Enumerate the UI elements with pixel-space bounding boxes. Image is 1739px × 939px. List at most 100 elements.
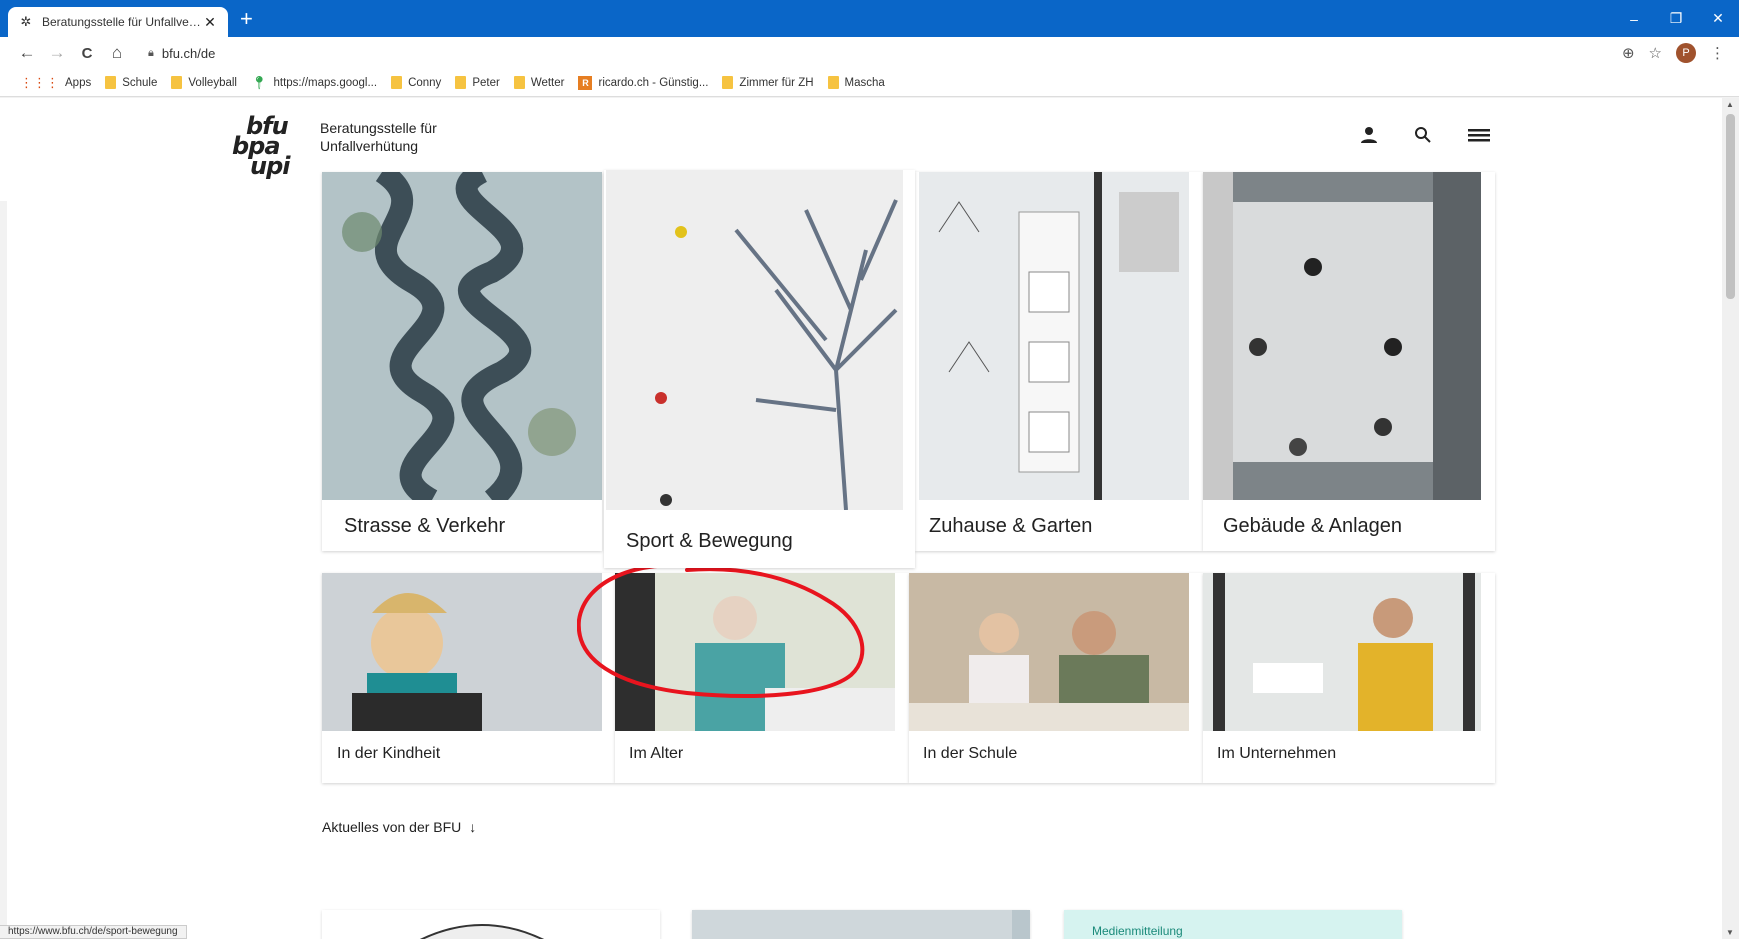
back-button[interactable]: ← (14, 40, 40, 66)
bookmark-label: https://maps.googl... (273, 76, 378, 89)
window-controls: – ❐ ✕ (1613, 0, 1739, 37)
houses-snow-image (919, 172, 1189, 500)
tile-label: Im Alter (629, 745, 684, 762)
folder-icon (827, 76, 839, 89)
tab-strip: ✲ Beratungsstelle für Unfallverhüt… ✕ + … (0, 0, 1739, 37)
status-bar-url: https://www.bfu.ch/de/sport-bewegung (0, 925, 187, 939)
group-tile-kindheit[interactable]: In der Kindheit (322, 573, 615, 783)
tile-label: Im Unternehmen (1217, 745, 1337, 762)
tab-close-icon[interactable]: ✕ (202, 14, 218, 31)
news-card[interactable] (692, 910, 1030, 939)
restore-button[interactable]: ❐ (1655, 0, 1697, 37)
bookmark-label: Mascha (844, 76, 885, 89)
folder-icon (391, 76, 403, 89)
scroll-up-icon[interactable]: ▲ (1726, 100, 1734, 109)
lock-icon: 🔒︎ (148, 46, 154, 59)
bfu-logo[interactable]: bfu bpa upi (232, 114, 290, 180)
browser-window: ✲ Beratungsstelle für Unfallverhüt… ✕ + … (0, 0, 1739, 939)
profile-avatar[interactable]: P (1676, 43, 1696, 63)
folder-icon (513, 76, 525, 89)
school-image (909, 573, 1189, 731)
minimize-button[interactable]: – (1613, 0, 1655, 37)
bookmark-zimmer[interactable]: Zimmer für ZH (722, 76, 814, 89)
tile-label: Gebäude & Anlagen (1223, 515, 1403, 537)
bookmark-label: Apps (65, 76, 92, 89)
folder-icon (455, 76, 467, 89)
news-card-media-release[interactable]: Medienmitteilung (1064, 910, 1402, 939)
page-viewport: bfu bpa upi Beratungsstelle für Unfallve… (0, 98, 1722, 939)
road-snow-image (322, 172, 602, 500)
forward-button[interactable]: → (44, 40, 70, 66)
logo-line: upi (250, 152, 290, 180)
news-section-title[interactable]: Aktuelles von der BFU ↓ (322, 819, 476, 835)
tile-label: In der Kindheit (337, 745, 441, 762)
folder-icon (171, 76, 183, 89)
tile-label: Sport & Bewegung (626, 530, 793, 552)
group-tile-unternehmen[interactable]: Im Unternehmen (1203, 573, 1495, 783)
bookmarks-bar: ⋮⋮⋮ Apps Schule Volleyball 📍︎ https://maps… (0, 69, 1739, 97)
bookmark-mascha[interactable]: Mascha (827, 76, 885, 89)
bookmark-label: Schule (122, 76, 158, 89)
reload-button[interactable]: C (74, 40, 100, 66)
child-snow-image (322, 573, 602, 731)
browser-tab[interactable]: ✲ Beratungsstelle für Unfallverhüt… ✕ (8, 7, 228, 37)
bookmark-star-icon[interactable]: ☆ (1649, 44, 1662, 62)
scroll-thumb[interactable] (1726, 114, 1735, 299)
snow-tree-image (606, 170, 903, 510)
section-title-text: Aktuelles von der BFU (322, 819, 462, 835)
user-icon[interactable] (1360, 126, 1378, 150)
ricardo-logo-icon: R (578, 75, 593, 90)
apps-grid-icon: ⋮⋮⋮ (20, 74, 59, 90)
bookmark-wetter[interactable]: Wetter (513, 76, 565, 89)
brand-line: Unfallverhütung (320, 138, 419, 154)
group-tile-schule[interactable]: In der Schule (909, 573, 1203, 783)
home-button[interactable]: ⌂ (104, 40, 130, 66)
arrow-down-icon: ↓ (469, 819, 477, 835)
new-tab-button[interactable]: + (240, 8, 253, 30)
tile-label: Strasse & Verkehr (344, 515, 506, 537)
brand-line: Beratungsstelle für (320, 120, 437, 136)
bookmark-label: ricardo.ch - Günstig... (598, 76, 709, 89)
building-stairs-image (1203, 172, 1481, 500)
url-text: bfu.ch/de (161, 45, 216, 61)
bookmark-conny[interactable]: Conny (391, 76, 441, 89)
zoom-icon[interactable]: ⊕ (1622, 44, 1635, 62)
bookmark-maps[interactable]: 📍︎ https://maps.googl... (251, 75, 377, 91)
bookmark-label: Zimmer für ZH (739, 76, 814, 89)
bookmark-peter[interactable]: Peter (455, 76, 500, 89)
site-favicon-icon: ✲ (20, 14, 32, 29)
header-actions (1360, 126, 1490, 150)
bookmark-label: Peter (472, 76, 500, 89)
scroll-down-icon[interactable]: ▼ (1726, 928, 1734, 937)
map-pin-icon: 📍︎ (250, 74, 268, 90)
bookmark-ricardo[interactable]: Rricardo.ch - Günstig... (578, 75, 709, 90)
topic-tile-gebaeude[interactable]: Gebäude & Anlagen (1203, 172, 1495, 551)
office-image (1203, 573, 1481, 731)
bookmark-schule[interactable]: Schule (105, 76, 157, 89)
news-card-image (420, 924, 544, 939)
search-icon[interactable] (1414, 126, 1432, 150)
toolbar-actions: ⊕ ☆ P ⋮ (1622, 37, 1725, 69)
folder-icon (105, 76, 117, 89)
close-window-button[interactable]: ✕ (1697, 0, 1739, 37)
bookmark-label: Conny (408, 76, 442, 89)
topic-tile-sport[interactable]: Sport & Bewegung (604, 170, 915, 568)
tile-label: In der Schule (923, 745, 1018, 762)
news-tag: Medienmitteilung (1092, 924, 1183, 938)
menu-kebab-icon[interactable]: ⋮ (1710, 44, 1725, 62)
hamburger-menu-icon[interactable] (1468, 126, 1490, 150)
topic-tile-zuhause[interactable]: Zuhause & Garten (915, 172, 1203, 551)
news-card-image (692, 910, 1030, 939)
bookmark-label: Volleyball (188, 76, 237, 89)
annotation-circle (577, 563, 865, 698)
tile-label: Zuhause & Garten (929, 515, 1093, 537)
address-bar[interactable]: 🔒︎ bfu.ch/de (148, 46, 215, 61)
bookmark-volleyball[interactable]: Volleyball (171, 76, 237, 89)
tab-title: Beratungsstelle für Unfallverhüt… (42, 15, 202, 29)
bookmark-label: Wetter (530, 76, 565, 89)
topic-tile-strasse[interactable]: Strasse & Verkehr (322, 172, 602, 551)
bookmark-apps[interactable]: ⋮⋮⋮ Apps (20, 75, 91, 91)
news-card[interactable] (322, 910, 660, 939)
brand-name: Beratungsstelle für Unfallverhütung (320, 119, 437, 155)
page-scrollbar[interactable]: ▲ ▼ (1722, 98, 1739, 939)
